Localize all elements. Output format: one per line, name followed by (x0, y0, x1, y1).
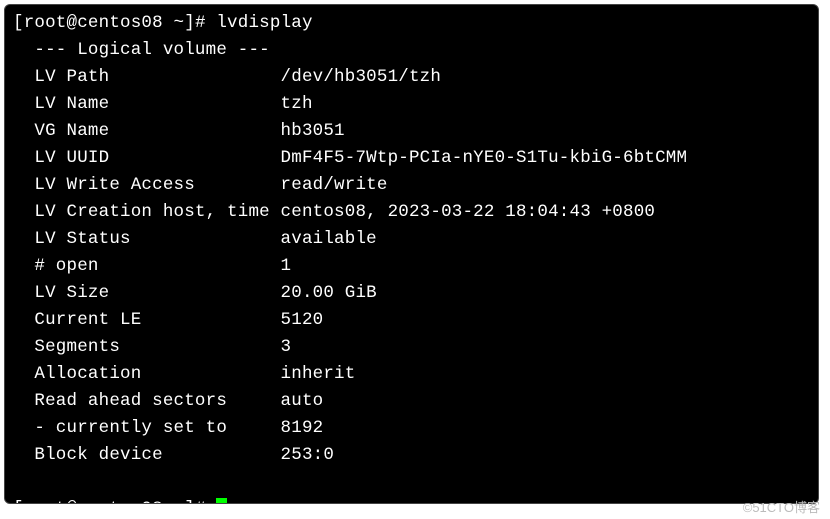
row-separator (270, 256, 281, 276)
terminal-window[interactable]: [root@centos08 ~]# lvdisplay --- Logical… (4, 4, 819, 504)
output-row: LV Creation host, time centos08, 2023-03… (13, 199, 810, 226)
row-separator (270, 337, 281, 357)
row-value: 20.00 GiB (281, 283, 377, 303)
output-row: Allocation inherit (13, 361, 810, 388)
prompt-host: centos08 (77, 13, 163, 33)
output-row: LV Size 20.00 GiB (13, 280, 810, 307)
at-symbol: @ (67, 499, 78, 504)
row-label: LV Status (13, 229, 270, 249)
row-separator (270, 202, 281, 222)
output-row: - currently set to 8192 (13, 415, 810, 442)
space (163, 499, 174, 504)
output-rows: LV Path /dev/hb3051/tzh LV Name tzh VG N… (13, 64, 810, 469)
row-value: 1 (281, 256, 292, 276)
row-label: LV Write Access (13, 175, 270, 195)
row-separator (270, 121, 281, 141)
row-label: VG Name (13, 121, 270, 141)
row-label: Allocation (13, 364, 270, 384)
watermark-text: ©51CTO博客 (743, 497, 820, 516)
space (163, 13, 174, 33)
row-separator (270, 94, 281, 114)
row-separator (270, 418, 281, 438)
row-separator (270, 67, 281, 87)
command-text: lvdisplay (216, 13, 312, 33)
blank-line (13, 469, 810, 496)
output-row: LV Name tzh (13, 91, 810, 118)
row-value: /dev/hb3051/tzh (281, 67, 442, 87)
row-label: LV Path (13, 67, 270, 87)
row-separator (270, 148, 281, 168)
row-separator (270, 175, 281, 195)
row-separator (270, 445, 281, 465)
prompt-user: root (24, 499, 67, 504)
row-label: - currently set to (13, 418, 270, 438)
at-symbol: @ (67, 13, 78, 33)
output-row: LV Status available (13, 226, 810, 253)
output-row: VG Name hb3051 (13, 118, 810, 145)
row-value: 8192 (281, 418, 324, 438)
output-row: Segments 3 (13, 334, 810, 361)
row-label: LV Creation host, time (13, 202, 270, 222)
row-value: auto (281, 391, 324, 411)
row-label: # open (13, 256, 270, 276)
row-value: 5120 (281, 310, 324, 330)
output-row: # open 1 (13, 253, 810, 280)
row-separator (270, 229, 281, 249)
prompt-path: ~ (174, 499, 185, 504)
output-row: LV Write Access read/write (13, 172, 810, 199)
bracket-open: [ (13, 499, 24, 504)
row-value: read/write (281, 175, 388, 195)
space (206, 499, 217, 504)
row-label: Segments (13, 337, 270, 357)
row-value: available (281, 229, 377, 249)
prompt-user: root (24, 13, 67, 33)
row-label: Block device (13, 445, 270, 465)
output-row: Read ahead sectors auto (13, 388, 810, 415)
prompt-host: centos08 (77, 499, 163, 504)
row-separator (270, 283, 281, 303)
cursor (216, 498, 227, 504)
prompt-symbol: # (195, 499, 206, 504)
row-label: Read ahead sectors (13, 391, 270, 411)
prompt-symbol: # (195, 13, 206, 33)
bracket-close: ] (184, 499, 195, 504)
row-value: inherit (281, 364, 356, 384)
prompt-line-2[interactable]: [root@centos08 ~]# (13, 496, 810, 504)
row-separator (270, 364, 281, 384)
bracket-open: [ (13, 13, 24, 33)
row-value: 3 (281, 337, 292, 357)
row-value: 253:0 (281, 445, 335, 465)
prompt-path: ~ (174, 13, 185, 33)
space (206, 13, 217, 33)
bracket-close: ] (184, 13, 195, 33)
row-separator (270, 310, 281, 330)
row-value: DmF4F5-7Wtp-PCIa-nYE0-S1Tu-kbiG-6btCMM (281, 148, 688, 168)
output-row: LV UUID DmF4F5-7Wtp-PCIa-nYE0-S1Tu-kbiG-… (13, 145, 810, 172)
output-row: LV Path /dev/hb3051/tzh (13, 64, 810, 91)
row-label: LV Size (13, 283, 270, 303)
row-label: LV Name (13, 94, 270, 114)
row-separator (270, 391, 281, 411)
row-value: hb3051 (281, 121, 345, 141)
row-value: tzh (281, 94, 313, 114)
output-header: --- Logical volume --- (13, 37, 810, 64)
row-value: centos08, 2023-03-22 18:04:43 +0800 (281, 202, 656, 222)
output-row: Block device 253:0 (13, 442, 810, 469)
output-row: Current LE 5120 (13, 307, 810, 334)
row-label: LV UUID (13, 148, 270, 168)
prompt-line-1: [root@centos08 ~]# lvdisplay (13, 10, 810, 37)
row-label: Current LE (13, 310, 270, 330)
